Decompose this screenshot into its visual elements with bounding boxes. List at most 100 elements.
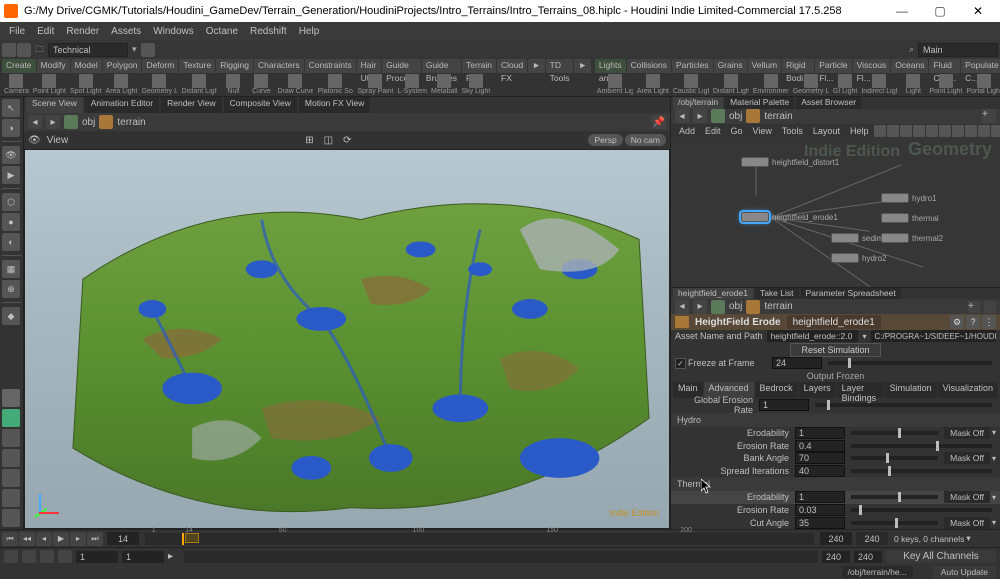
- view-icon2[interactable]: ⟳: [343, 135, 351, 146]
- net-menu-view[interactable]: View: [749, 126, 776, 136]
- loc-terrain[interactable]: terrain: [117, 117, 145, 128]
- play-first[interactable]: ⏮: [2, 532, 18, 546]
- shelf-tab[interactable]: Rigging: [216, 59, 253, 73]
- disp-opt4[interactable]: [2, 489, 20, 507]
- node-f[interactable]: thermal2: [881, 233, 943, 243]
- persp-selector[interactable]: Persp: [588, 134, 622, 146]
- nav-back[interactable]: ◂: [28, 115, 42, 129]
- shelf-tab[interactable]: Fluid Con...: [929, 59, 960, 73]
- net-menu-add[interactable]: Add: [675, 126, 699, 136]
- end-frame[interactable]: 240: [820, 532, 852, 545]
- channel-track[interactable]: [184, 551, 818, 563]
- disp-mat[interactable]: [2, 389, 20, 407]
- timeline-track[interactable]: 14 1 50 100 150 200: [145, 533, 814, 545]
- parm-path[interactable]: obj: [729, 301, 742, 312]
- key-all-button[interactable]: Key All Channels: [886, 550, 996, 563]
- subtab-viz[interactable]: Visualization: [938, 382, 998, 398]
- cook-path[interactable]: /obj/terrain/he...: [842, 566, 913, 578]
- shelf-tab[interactable]: Create: [2, 59, 36, 73]
- subtab-binding[interactable]: Layer Bindings: [837, 382, 884, 398]
- tab-motionfx[interactable]: Motion FX View: [299, 97, 370, 113]
- nettab-terrain[interactable]: /obj/terrain: [673, 97, 723, 109]
- play-step-fwd[interactable]: ▸: [70, 532, 86, 546]
- view-icon[interactable]: ◫: [324, 135, 333, 146]
- shelf-tool[interactable]: Geometry Light: [791, 74, 831, 95]
- net-find-icon[interactable]: [874, 125, 886, 137]
- shelf-tool[interactable]: Distant Light: [179, 74, 219, 95]
- disp-shade[interactable]: [2, 409, 20, 427]
- network-view[interactable]: Indie Edition Geometry heightfield_disto…: [671, 137, 1000, 287]
- shelf-tab[interactable]: Deform: [142, 59, 178, 73]
- subtab-sim[interactable]: Simulation: [885, 382, 937, 398]
- menu-assets[interactable]: Assets: [106, 25, 146, 38]
- mask-toggle[interactable]: Mask Off: [944, 517, 990, 529]
- nettab-material[interactable]: Material Palette: [725, 97, 794, 109]
- subtab-layers[interactable]: Layers: [799, 382, 836, 398]
- shelf-tool[interactable]: Curve: [247, 74, 275, 95]
- node-c[interactable]: hydro1: [881, 193, 936, 203]
- shelf-tool[interactable]: Spray Paint: [355, 74, 395, 95]
- slider[interactable]: [851, 431, 938, 435]
- shelf-tool[interactable]: Spot Light: [68, 74, 104, 95]
- net-icon[interactable]: [887, 125, 899, 137]
- maximize-button[interactable]: ▢: [922, 1, 958, 21]
- shelf-tab[interactable]: Vellum: [748, 59, 782, 73]
- tool-select[interactable]: ↖: [2, 99, 20, 117]
- desktop-selector[interactable]: Technical: [48, 43, 128, 57]
- net-icon[interactable]: [926, 125, 938, 137]
- shelf-tool[interactable]: Light: [899, 74, 927, 95]
- close-button[interactable]: ✕: [960, 1, 996, 21]
- value-field[interactable]: 1: [795, 427, 845, 439]
- shelf-tab[interactable]: Guide Brushes: [422, 59, 461, 73]
- net-icon[interactable]: [952, 125, 964, 137]
- fps-field[interactable]: 240: [856, 532, 888, 545]
- status-icon3[interactable]: [917, 567, 929, 578]
- arrow-right[interactable]: ▸: [168, 551, 180, 562]
- shelf-tool[interactable]: Ambient Light: [595, 74, 635, 95]
- shelf-tool[interactable]: Area Light: [635, 74, 671, 95]
- current-frame[interactable]: 14: [107, 532, 139, 545]
- play-button[interactable]: ▶: [53, 532, 69, 546]
- value-field[interactable]: 0.4: [795, 440, 845, 452]
- shelf-tab[interactable]: Modify: [37, 59, 70, 73]
- right-desktop[interactable]: Main: [918, 43, 998, 57]
- shelf-tool[interactable]: Point Light: [31, 74, 68, 95]
- tool-magnet[interactable]: ⊕: [2, 280, 20, 298]
- audio-toggle[interactable]: [22, 550, 36, 563]
- net-icon[interactable]: [913, 125, 925, 137]
- shelf-tool[interactable]: Draw Curve: [275, 74, 315, 95]
- tab-render-view[interactable]: Render View: [161, 97, 222, 113]
- shelf-tool[interactable]: GI Light: [831, 74, 860, 95]
- help-icon[interactable]: ?: [966, 315, 980, 329]
- net-sub[interactable]: terrain: [764, 111, 792, 122]
- slider[interactable]: [851, 495, 938, 499]
- menu-edit[interactable]: Edit: [32, 25, 59, 38]
- parm-sub[interactable]: terrain: [764, 301, 792, 312]
- shelf-tab[interactable]: Guide Process: [382, 59, 421, 73]
- shelf-tab[interactable]: Hair Utils: [357, 59, 382, 73]
- minimize-button[interactable]: —: [884, 1, 920, 21]
- gear-icon[interactable]: ⚙: [950, 315, 964, 329]
- parmtab-spread[interactable]: Parameter Spreadsheet: [801, 288, 901, 299]
- shelf-tab[interactable]: Rigid Bodi...: [782, 59, 814, 73]
- shelf-tool[interactable]: Distant Light: [711, 74, 751, 95]
- shelf-tool[interactable]: L-System: [395, 74, 429, 95]
- reset-simulation-button[interactable]: Reset Simulation: [790, 343, 880, 357]
- snap-icon[interactable]: [141, 43, 155, 57]
- subtab-bedrock[interactable]: Bedrock: [755, 382, 798, 398]
- shelf-tab[interactable]: Cloud FX: [497, 59, 527, 73]
- gear-icon[interactable]: [17, 43, 31, 57]
- slider[interactable]: [851, 456, 938, 460]
- pin-icon[interactable]: [984, 301, 996, 313]
- add-tab-button[interactable]: +: [982, 109, 996, 123]
- menu-file[interactable]: File: [4, 25, 30, 38]
- value-field[interactable]: 40: [795, 465, 845, 477]
- tool-snap2[interactable]: ●: [2, 213, 20, 231]
- shelf-tab[interactable]: Lights an...: [595, 59, 626, 73]
- value-field[interactable]: 70: [795, 452, 845, 464]
- loc-obj[interactable]: obj: [82, 117, 95, 128]
- add-tab[interactable]: +: [968, 301, 980, 313]
- net-menu-go[interactable]: Go: [727, 126, 747, 136]
- play-prev[interactable]: ◂◂: [19, 532, 35, 546]
- shelf-tab[interactable]: Polygon: [103, 59, 142, 73]
